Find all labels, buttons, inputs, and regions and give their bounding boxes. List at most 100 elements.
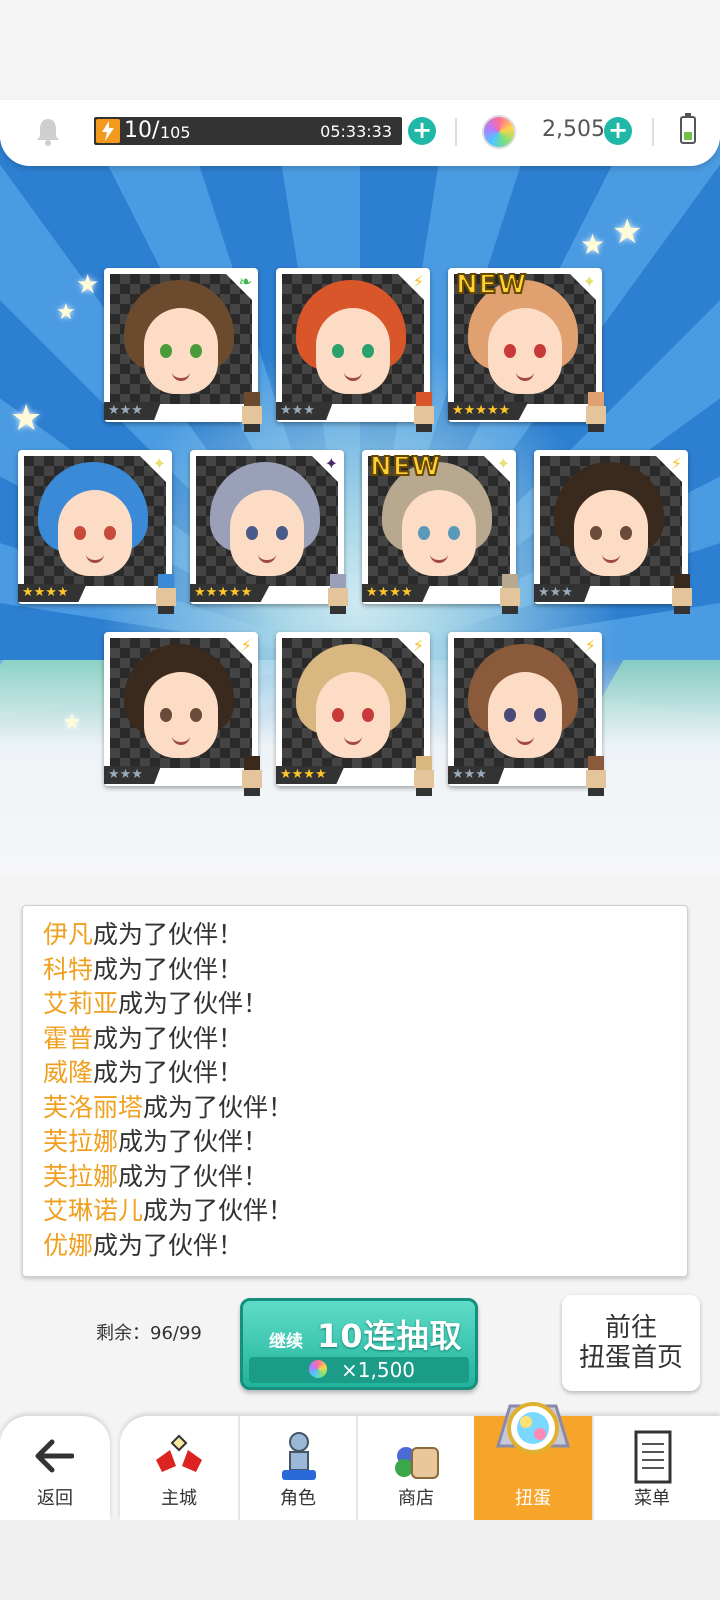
sprite-part xyxy=(158,574,174,588)
portrait-face xyxy=(402,490,476,576)
tab-label: 菜单 xyxy=(634,1488,670,1509)
character-card[interactable]: ⚡ ★★★ xyxy=(534,450,692,614)
back-label: 返回 xyxy=(37,1488,73,1509)
tab-label: 扭蛋 xyxy=(515,1488,551,1509)
back-arrow-icon xyxy=(35,1439,74,1473)
portrait-mouth xyxy=(516,736,534,745)
bell-icon[interactable] xyxy=(34,116,62,146)
portrait-face xyxy=(574,490,648,576)
gem-icon xyxy=(309,1360,327,1378)
tab-shop[interactable]: 商店 xyxy=(356,1416,474,1520)
ten-pull-button[interactable]: 继续 10连抽取 ×1,500 xyxy=(240,1298,478,1390)
rarity-stars: ★★★ xyxy=(104,766,161,784)
sparkle-star-icon: ★ xyxy=(62,710,82,735)
rarity-stars: ★★★ xyxy=(276,402,333,420)
character-card[interactable]: ⚡ ★★★ xyxy=(448,632,606,796)
stamina-max: 105 xyxy=(160,123,191,142)
sprite-part xyxy=(242,770,262,788)
back-button[interactable]: 返回 xyxy=(0,1416,110,1520)
pixel-sprite-icon xyxy=(236,756,268,796)
sprite-part xyxy=(416,756,432,770)
character-card[interactable]: ❧ ★★★ xyxy=(104,268,262,432)
log-suffix: 成为了伙伴！ xyxy=(93,1230,244,1260)
pixel-sprite-icon xyxy=(236,392,268,432)
tab-characters[interactable]: 角色 xyxy=(238,1416,356,1520)
sprite-part xyxy=(588,788,604,796)
log-line: 霍普成为了伙伴！ xyxy=(23,1022,687,1057)
character-card[interactable]: ✦ ★★★★★ NEW xyxy=(448,268,606,432)
result-log[interactable]: 伊凡成为了伙伴！ 科特成为了伙伴！ 艾莉亚成为了伙伴！ 霍普成为了伙伴！ 威隆成为了伙伴… xyxy=(22,905,688,1277)
sprite-part xyxy=(244,756,260,770)
character-portrait xyxy=(282,638,424,768)
sparkle-star-icon: ★ xyxy=(56,300,76,325)
gem-count: 2,505 xyxy=(542,117,605,142)
character-portrait xyxy=(110,274,252,404)
portrait-eye xyxy=(160,708,172,722)
character-name: 艾琳诺儿 xyxy=(43,1196,144,1225)
pixel-sprite-icon xyxy=(322,574,354,614)
portrait-face xyxy=(316,672,390,758)
portrait-eye xyxy=(104,526,116,540)
bottom-nav: 返回 主城 角色 商店 扭蛋 菜单 xyxy=(0,1402,720,1520)
character-name: 艾莉亚 xyxy=(43,989,119,1018)
tab-menu[interactable]: 菜单 xyxy=(592,1416,710,1520)
rarity-stars: ★★★★★ xyxy=(448,402,529,420)
log-line: 科特成为了伙伴！ xyxy=(23,953,687,988)
character-card[interactable]: ✦ ★★★★ xyxy=(18,450,176,614)
gem-icon xyxy=(482,115,516,149)
portrait-eye xyxy=(190,344,202,358)
character-card[interactable]: ⚡ ★★★★ xyxy=(276,632,434,796)
portrait-mouth xyxy=(344,736,362,745)
portrait-eye xyxy=(332,708,344,722)
log-suffix: 成为了伙伴！ xyxy=(93,954,244,984)
add-gems-button[interactable]: + xyxy=(604,117,632,145)
character-name: 科特 xyxy=(43,954,94,984)
sprite-part xyxy=(244,424,260,432)
portrait-eye xyxy=(504,344,516,358)
top-blank-area xyxy=(0,0,720,100)
character-name: 芙洛丽塔 xyxy=(43,1092,144,1122)
sprite-part xyxy=(330,574,346,588)
character-portrait xyxy=(454,638,596,768)
stamina-timer: 05:33:33 xyxy=(320,122,392,141)
log-line: 伊凡成为了伙伴！ xyxy=(23,918,687,953)
system-footer xyxy=(0,1520,720,1600)
character-card[interactable]: ⚡ ★★★ xyxy=(276,268,434,432)
tab-gacha[interactable]: 扭蛋 xyxy=(474,1402,592,1520)
sprite-part xyxy=(588,424,604,432)
rarity-stars: ★★★ xyxy=(104,402,161,420)
portrait-eye xyxy=(620,526,632,540)
log-suffix: 成为了伙伴！ xyxy=(118,989,269,1018)
sprite-part xyxy=(414,406,434,424)
sprite-part xyxy=(158,606,174,614)
goto-label-line1: 前往 xyxy=(604,1313,657,1343)
battery-icon xyxy=(680,113,696,144)
castle-icon xyxy=(156,1434,202,1472)
log-line: 芙洛丽塔成为了伙伴！ xyxy=(23,1091,687,1126)
character-card[interactable]: ✦ ★★★★★ xyxy=(190,450,348,614)
character-card[interactable]: ⚡ ★★★ xyxy=(104,632,262,796)
portrait-eye xyxy=(362,344,374,358)
portrait-face xyxy=(58,490,132,576)
portrait-face xyxy=(488,308,562,394)
character-name: 优娜 xyxy=(43,1230,94,1260)
character-name: 伊凡 xyxy=(43,920,94,949)
add-stamina-button[interactable]: + xyxy=(408,117,436,145)
goto-gacha-home-button[interactable]: 前往 扭蛋首页 xyxy=(562,1295,700,1391)
rarity-stars: ★★★★ xyxy=(362,584,431,602)
log-line: 芙拉娜成为了伙伴！ xyxy=(23,1160,687,1195)
pixel-sprite-icon xyxy=(666,574,698,614)
portrait-face xyxy=(316,308,390,394)
tab-label: 商店 xyxy=(398,1488,434,1509)
stamina-bolt-icon xyxy=(96,119,120,143)
tab-home-castle[interactable]: 主城 xyxy=(120,1416,238,1520)
character-card[interactable]: ✦ ★★★★ NEW xyxy=(362,450,520,614)
portrait-face xyxy=(488,672,562,758)
ten-pull-label: 10连抽取 xyxy=(317,1317,463,1355)
character-name: 芙拉娜 xyxy=(43,1127,119,1156)
result-log-list: 伊凡成为了伙伴！ 科特成为了伙伴！ 艾莉亚成为了伙伴！ 霍普成为了伙伴！ 威隆成为了伙伴… xyxy=(23,906,687,1263)
log-line: 威隆成为了伙伴！ xyxy=(23,1056,687,1091)
portrait-eye xyxy=(190,708,202,722)
portrait-eye xyxy=(534,708,546,722)
pixel-sprite-icon xyxy=(580,756,612,796)
